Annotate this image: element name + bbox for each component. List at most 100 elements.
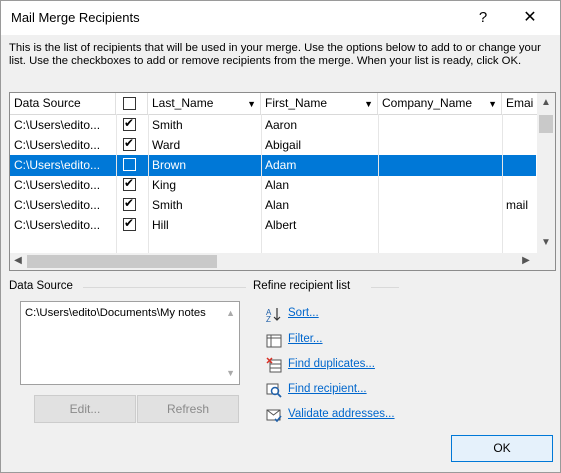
recipient-checkbox[interactable] xyxy=(123,116,136,131)
ok-button[interactable]: OK xyxy=(451,435,553,462)
column-header-first-name[interactable]: First_Name ▼ xyxy=(261,93,378,114)
column-header-company-name[interactable]: Company_Name ▼ xyxy=(378,93,502,114)
table-row[interactable]: C:\Users\edito... Brown Adam xyxy=(10,155,536,176)
scroll-down-icon[interactable]: ▼ xyxy=(539,235,553,251)
select-all-checkbox[interactable] xyxy=(123,97,136,110)
vertical-scroll-thumb[interactable] xyxy=(539,115,553,133)
cell-source: C:\Users\edito... xyxy=(14,218,101,232)
table-row[interactable]: C:\Users\edito... Smith Alan mail xyxy=(10,195,536,216)
cell-email: mail xyxy=(506,198,529,212)
dialog-title: Mail Merge Recipients xyxy=(11,10,140,25)
mail-merge-dialog: Mail Merge Recipients ? ✕ This is the li… xyxy=(0,0,561,473)
cell-source: C:\Users\edito... xyxy=(14,178,101,192)
help-button[interactable]: ? xyxy=(471,6,495,30)
close-button[interactable]: ✕ xyxy=(518,6,542,30)
group-divider xyxy=(83,287,246,288)
refine-group-label: Refine recipient list xyxy=(253,280,351,292)
recipient-checkbox[interactable] xyxy=(123,136,136,151)
column-header-label: Company_Name xyxy=(382,96,473,110)
sort-link[interactable]: Sort... xyxy=(288,307,319,319)
filter-icon xyxy=(266,334,282,348)
cell-first: Adam xyxy=(265,158,297,172)
recipient-checkbox[interactable] xyxy=(123,176,136,191)
column-header-label: First_Name xyxy=(265,96,328,110)
edit-button[interactable]: Edit... xyxy=(34,395,136,423)
column-divider xyxy=(502,114,503,253)
filter-link[interactable]: Filter... xyxy=(288,333,323,345)
column-divider xyxy=(261,114,262,253)
cell-company xyxy=(378,155,502,176)
find-recipient-link[interactable]: Find recipient... xyxy=(288,383,367,395)
column-header-label: Data Source xyxy=(14,96,81,110)
column-divider xyxy=(116,114,117,253)
cell-company xyxy=(378,175,502,196)
validate-addresses-link[interactable]: Validate addresses... xyxy=(288,408,395,420)
cell-last: Smith xyxy=(152,118,183,132)
column-divider xyxy=(148,114,149,253)
column-header-label: Last_Name xyxy=(152,96,214,110)
recipient-checkbox[interactable] xyxy=(123,158,136,171)
cell-company xyxy=(378,215,502,236)
find-recipient-icon xyxy=(266,383,282,398)
validate-addresses-icon xyxy=(266,409,282,423)
column-header-last-name[interactable]: Last_Name ▼ xyxy=(148,93,261,114)
data-source-group-label: Data Source xyxy=(9,280,73,292)
list-scroll-down-icon[interactable]: ▼ xyxy=(226,368,235,378)
recipient-checkbox[interactable] xyxy=(123,216,136,231)
cell-source: C:\Users\edito... xyxy=(14,118,101,132)
dropdown-arrow-icon[interactable]: ▼ xyxy=(488,93,497,114)
list-scroll-up-icon[interactable]: ▲ xyxy=(226,308,235,318)
table-header: Data Source Last_Name ▼ First_Name ▼ Compa… xyxy=(10,93,555,115)
dropdown-arrow-icon[interactable]: ▼ xyxy=(364,93,373,114)
cell-first: Aaron xyxy=(265,118,298,132)
cell-first: Alan xyxy=(265,198,290,212)
cell-last: Ward xyxy=(152,138,181,152)
cell-first: Albert xyxy=(265,218,297,232)
group-divider xyxy=(371,287,399,288)
cell-last: Hill xyxy=(152,218,169,232)
refresh-button[interactable]: Refresh xyxy=(137,395,239,423)
table-row[interactable]: C:\Users\edito... Hill Albert xyxy=(10,215,536,236)
cell-email xyxy=(502,115,536,136)
column-header-email[interactable]: Emai xyxy=(502,93,536,114)
cell-last: Smith xyxy=(152,198,183,212)
sort-icon: A Z xyxy=(266,308,281,322)
cell-company xyxy=(378,195,502,216)
table-row[interactable]: C:\Users\edito... King Alan xyxy=(10,175,536,196)
horizontal-scroll-thumb[interactable] xyxy=(27,255,217,268)
description-text: This is the list of recipients that will… xyxy=(9,42,541,67)
cell-company xyxy=(378,115,502,136)
cell-source: C:\Users\edito... xyxy=(14,138,101,152)
cell-email xyxy=(502,135,536,156)
data-source-item[interactable]: C:\Users\edito\Documents\My notes xyxy=(25,307,221,319)
dropdown-arrow-icon[interactable]: ▼ xyxy=(247,93,256,114)
find-duplicates-link[interactable]: Find duplicates... xyxy=(288,358,375,370)
recipients-table: Data Source Last_Name ▼ First_Name ▼ Compa… xyxy=(9,92,556,271)
recipient-checkbox[interactable] xyxy=(123,196,136,211)
cell-last: King xyxy=(152,178,177,192)
cell-last: Brown xyxy=(152,158,187,172)
title-bar: Mail Merge Recipients ? ✕ xyxy=(1,1,560,35)
find-duplicates-icon xyxy=(266,357,282,373)
cell-email xyxy=(502,215,536,236)
cell-email xyxy=(502,175,536,196)
cell-source: C:\Users\edito... xyxy=(14,158,101,172)
svg-text:Z: Z xyxy=(266,315,271,322)
column-header-data-source[interactable]: Data Source xyxy=(10,93,116,114)
scroll-up-icon[interactable]: ▲ xyxy=(539,95,553,111)
table-row[interactable]: C:\Users\edito... Ward Abigail xyxy=(10,135,536,156)
scroll-left-icon[interactable]: ◀ xyxy=(12,253,24,269)
scroll-right-icon[interactable]: ▶ xyxy=(520,253,532,269)
cell-source: C:\Users\edito... xyxy=(14,198,101,212)
vertical-scrollbar[interactable]: ▲ ▼ xyxy=(537,93,555,253)
cell-email xyxy=(502,155,536,176)
cell-first: Abigail xyxy=(265,138,302,152)
data-source-list[interactable]: C:\Users\edito\Documents\My notes ▲ ▼ xyxy=(20,301,240,385)
column-header-label: Emai xyxy=(506,96,534,110)
table-row[interactable]: C:\Users\edito... Smith Aaron xyxy=(10,115,536,136)
column-divider xyxy=(378,114,379,253)
cell-first: Alan xyxy=(265,178,290,192)
cell-company xyxy=(378,135,502,156)
column-header-select-all[interactable] xyxy=(116,93,148,114)
horizontal-scrollbar[interactable]: ◀ ▶ xyxy=(10,253,555,270)
